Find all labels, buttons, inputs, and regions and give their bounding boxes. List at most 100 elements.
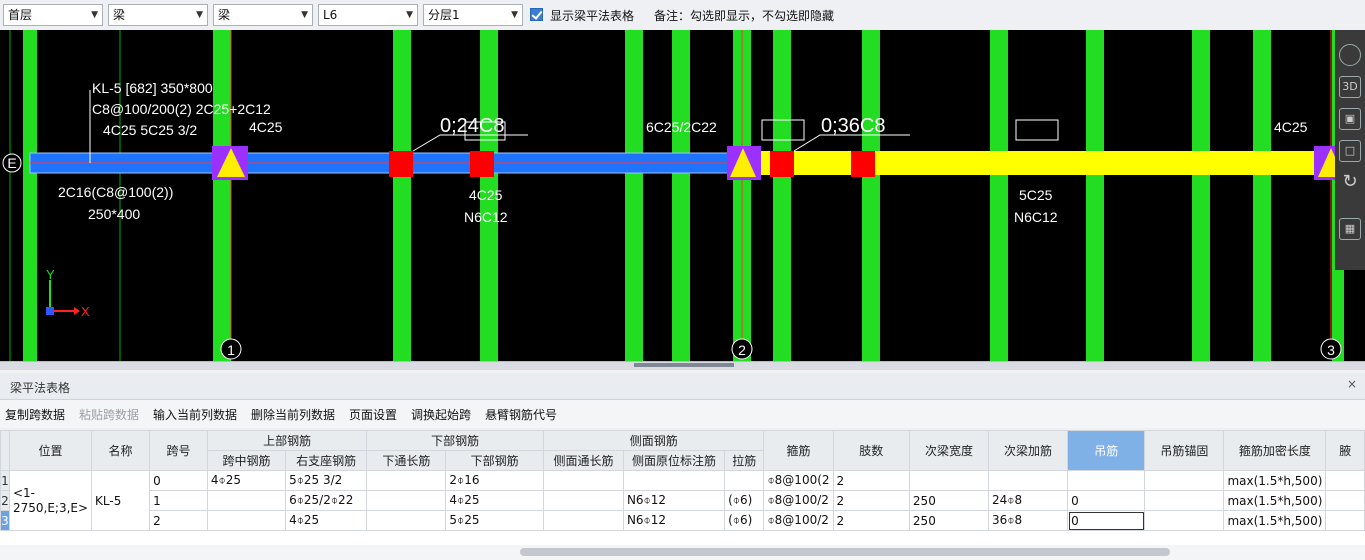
table-row[interactable]: 2 1 6⌽25/2⌽22 4⌽25 N6⌽12 (⌽6) ⌽8@100/2 2… bbox=[0, 490, 1365, 511]
top-mid-cell[interactable] bbox=[206, 510, 287, 531]
bottom-through-cell[interactable] bbox=[366, 470, 447, 491]
column[interactable] bbox=[862, 30, 880, 361]
layer-select[interactable]: 分层1 ▼ bbox=[423, 4, 523, 26]
span-cell[interactable]: 2 bbox=[149, 510, 208, 531]
secondary-width-cell[interactable]: 250 bbox=[908, 490, 990, 511]
column[interactable] bbox=[23, 30, 37, 361]
column[interactable] bbox=[672, 30, 690, 361]
col-stirrup[interactable]: 箍筋 bbox=[763, 430, 834, 471]
hanger-marker[interactable] bbox=[389, 151, 413, 177]
stirrup-length-cell[interactable]: max(1.5*h,500) bbox=[1223, 510, 1327, 531]
haunch-cell[interactable] bbox=[1325, 490, 1365, 511]
secondary-width-cell[interactable] bbox=[908, 470, 990, 491]
name-cell[interactable]: KL-5 bbox=[91, 470, 151, 531]
col-side-orig[interactable]: 侧面原位标注筋 bbox=[622, 450, 726, 471]
bottom-through-cell[interactable] bbox=[366, 510, 447, 531]
support-1-top-label[interactable]: 4C25 bbox=[249, 119, 283, 135]
column[interactable] bbox=[625, 30, 643, 361]
swap-start-span-button[interactable]: 调换起始跨 bbox=[411, 406, 471, 423]
column[interactable] bbox=[773, 30, 791, 361]
bottom-bar-cell[interactable]: 2⌽16 bbox=[445, 470, 544, 491]
side-through-cell[interactable] bbox=[542, 490, 624, 511]
haunch-cell[interactable] bbox=[1325, 510, 1365, 531]
cad-canvas[interactable]: E 1 2 3 Y X KL-5 [682] 350*800 C8@100/20… bbox=[0, 30, 1365, 361]
element-subtype-select[interactable]: 梁 ▼ bbox=[213, 4, 313, 26]
column[interactable] bbox=[990, 30, 1008, 361]
span-1-side-label[interactable]: N6C12 bbox=[464, 209, 508, 225]
col-hanger-anchor[interactable]: 吊筋锚固 bbox=[1144, 430, 1225, 471]
hanger-2-label[interactable]: 0;36C8 bbox=[821, 115, 886, 137]
show-table-checkbox[interactable] bbox=[530, 8, 543, 21]
col-stirrup-length[interactable]: 箍筋加密长度 bbox=[1223, 430, 1327, 471]
support-2-top-label[interactable]: 6C25/2C22 bbox=[646, 119, 717, 135]
side-through-cell[interactable] bbox=[542, 510, 624, 531]
delete-column-button[interactable]: 删除当前列数据 bbox=[251, 406, 335, 423]
hanger-cell[interactable]: 0 bbox=[1067, 490, 1146, 511]
col-bottom-through[interactable]: 下通长筋 bbox=[366, 450, 447, 471]
close-icon[interactable]: × bbox=[1347, 377, 1357, 391]
stirrup-length-cell[interactable]: max(1.5*h,500) bbox=[1223, 470, 1327, 491]
top-right-cell[interactable]: 4⌽25 bbox=[285, 510, 368, 531]
col-secondary-add[interactable]: 次梁加筋 bbox=[987, 430, 1069, 471]
span-2-side-label[interactable]: N6C12 bbox=[1014, 209, 1058, 225]
right-end-top-label[interactable]: 4C25 bbox=[1274, 119, 1308, 135]
legs-cell[interactable]: 2 bbox=[832, 470, 910, 491]
beam-span-2[interactable] bbox=[742, 151, 1332, 175]
hanger-cell-active[interactable]: 0 bbox=[1067, 510, 1146, 531]
stirrup-cell[interactable]: ⌽8@100/2 bbox=[763, 510, 834, 531]
col-top-mid[interactable]: 跨中钢筋 bbox=[206, 450, 287, 471]
hanger-cell[interactable] bbox=[1067, 470, 1146, 491]
input-column-button[interactable]: 输入当前列数据 bbox=[153, 406, 237, 423]
table-row[interactable]: 1 <1-2750,E;3,E> KL-5 0 4⌽25 5⌽25 3/2 2⌽… bbox=[0, 470, 1365, 531]
top-mid-cell[interactable]: 4⌽25 bbox=[206, 470, 287, 491]
hanger-anchor-cell[interactable] bbox=[1144, 470, 1225, 491]
beam-label-line-1[interactable]: KL-5 [682] 350*800 bbox=[92, 80, 213, 96]
tie-cell[interactable] bbox=[724, 470, 765, 491]
side-orig-cell[interactable] bbox=[622, 470, 726, 491]
hanger-1-label[interactable]: 0;24C8 bbox=[440, 115, 505, 137]
side-orig-cell[interactable]: N6⌽12 bbox=[622, 510, 726, 531]
left-bottom-label-1[interactable]: 2C16(C8@100(2)) bbox=[58, 184, 173, 200]
bottom-bar-cell[interactable]: 5⌽25 bbox=[445, 510, 544, 531]
beam-label-line-3[interactable]: 4C25 5C25 3/2 bbox=[103, 122, 197, 138]
col-bottom-bar[interactable]: 下部钢筋 bbox=[445, 450, 544, 471]
rotate-icon[interactable]: ↻ bbox=[1339, 172, 1361, 194]
hanger-marker[interactable] bbox=[470, 151, 494, 177]
cantilever-code-button[interactable]: 悬臂钢筋代号 bbox=[485, 406, 557, 423]
bottom-bar-cell[interactable]: 4⌽25 bbox=[445, 490, 544, 511]
stirrup-cell[interactable]: ⌽8@100(2 bbox=[763, 470, 834, 491]
col-position[interactable]: 位置 bbox=[8, 430, 93, 471]
stirrup-length-cell[interactable]: max(1.5*h,500) bbox=[1223, 490, 1327, 511]
hanger-anchor-cell[interactable] bbox=[1144, 510, 1225, 531]
3d-view-icon[interactable]: 3D bbox=[1339, 76, 1361, 98]
panel-splitter[interactable] bbox=[0, 361, 1365, 370]
position-cell[interactable]: <1-2750,E;3,E> bbox=[8, 470, 93, 531]
haunch-cell[interactable] bbox=[1325, 470, 1365, 491]
legs-cell[interactable]: 2 bbox=[832, 510, 910, 531]
col-secondary-width[interactable]: 次梁宽度 bbox=[908, 430, 990, 471]
tie-cell[interactable]: (⌽6) bbox=[724, 510, 765, 531]
top-right-cell[interactable]: 6⌽25/2⌽22 bbox=[285, 490, 368, 511]
column[interactable] bbox=[1253, 30, 1271, 361]
show-table-label[interactable]: 显示梁平法表格 bbox=[550, 7, 634, 24]
left-bottom-label-2[interactable]: 250*400 bbox=[88, 206, 140, 222]
scrollbar-thumb[interactable] bbox=[520, 548, 1170, 556]
row-number[interactable]: 1 bbox=[0, 470, 10, 491]
column[interactable] bbox=[393, 30, 411, 361]
legs-cell[interactable]: 2 bbox=[832, 490, 910, 511]
horizontal-scrollbar[interactable] bbox=[0, 545, 1365, 560]
span-2-bottom-label[interactable]: 5C25 bbox=[1019, 187, 1053, 203]
floor-select[interactable]: 首层 ▼ bbox=[3, 4, 103, 26]
sphere-view-icon[interactable] bbox=[1339, 44, 1361, 66]
beam-label-line-2[interactable]: C8@100/200(2) 2C25+2C12 bbox=[92, 101, 271, 117]
row-number[interactable]: 2 bbox=[0, 490, 10, 511]
col-side-through[interactable]: 侧面通长筋 bbox=[542, 450, 624, 471]
col-hanger[interactable]: 吊筋 bbox=[1067, 430, 1146, 471]
top-mid-cell[interactable] bbox=[206, 490, 287, 511]
cube-outline-icon[interactable]: □ bbox=[1339, 140, 1361, 162]
top-right-cell[interactable]: 5⌽25 3/2 bbox=[285, 470, 368, 491]
hanger-marker[interactable] bbox=[770, 151, 794, 177]
column[interactable] bbox=[1086, 30, 1104, 361]
row-number[interactable]: 3 bbox=[0, 510, 10, 531]
span-1-bottom-label[interactable]: 4C25 bbox=[469, 187, 503, 203]
